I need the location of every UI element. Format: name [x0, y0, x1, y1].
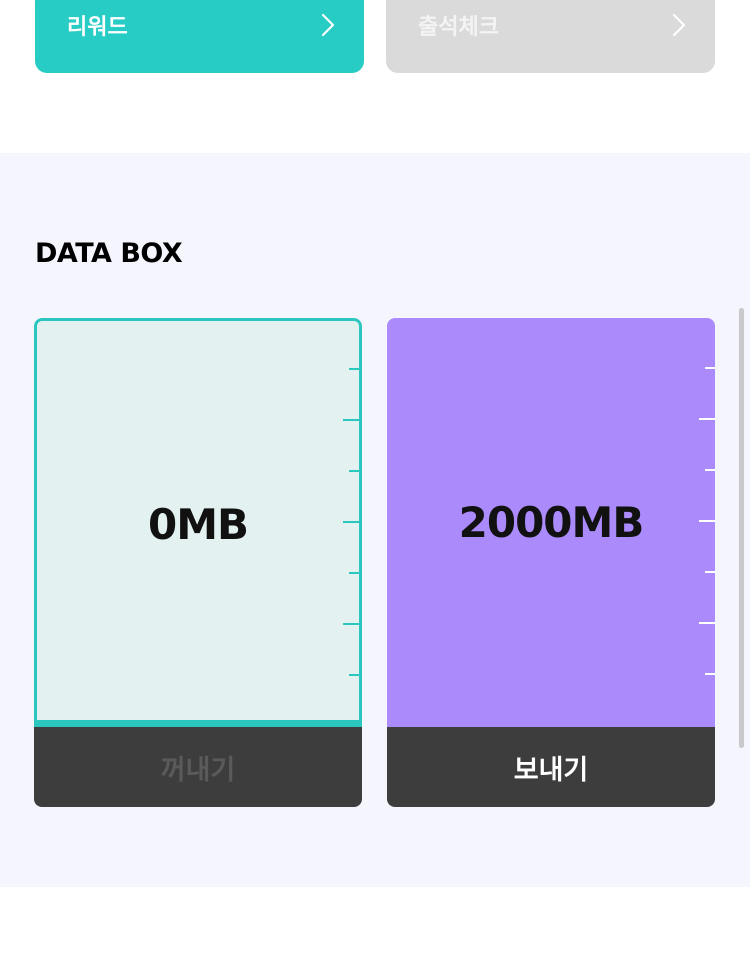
gauge-tick [705, 673, 715, 675]
gauge-tick [343, 623, 359, 625]
gauge-tick [705, 367, 715, 369]
reward-label: 리워드 [67, 14, 128, 40]
reward-button[interactable]: 리워드 [35, 0, 364, 73]
attendance-label: 출석체크 [418, 14, 499, 40]
data-gauge: 2000MB [387, 318, 715, 727]
gauge-tick [343, 419, 359, 421]
chevron-right-icon [672, 13, 686, 36]
gauge-tick [343, 521, 359, 523]
gauge-tick [349, 470, 359, 472]
scrollbar[interactable] [739, 308, 744, 748]
section-title: DATA BOX [35, 238, 183, 269]
gauge-tick [349, 674, 359, 676]
gauge-tick [705, 469, 715, 471]
gauge-tick [699, 418, 715, 420]
attendance-check-button[interactable]: 출석체크 [386, 0, 715, 73]
gauge-tick [349, 368, 359, 370]
data-box-screen: 리워드 출석체크 DATA BOX 0MB 꺼내기 2000MB 보내기 [0, 0, 750, 957]
shared-data-box-card: 2000MB 보내기 [387, 318, 715, 807]
data-gauge: 0MB [34, 318, 362, 727]
send-button[interactable]: 보내기 [387, 727, 715, 807]
data-amount: 2000MB [458, 498, 645, 547]
take-out-button[interactable]: 꺼내기 [34, 727, 362, 807]
gauge-tick [349, 572, 359, 574]
my-data-box-card: 0MB 꺼내기 [34, 318, 362, 807]
gauge-tick [705, 571, 715, 573]
gauge-tick [699, 520, 715, 522]
chevron-right-icon [321, 13, 335, 36]
gauge-ticks [695, 318, 715, 727]
gauge-tick [699, 622, 715, 624]
gauge-ticks [339, 321, 359, 727]
data-amount: 0MB [147, 499, 249, 549]
data-box-section: DATA BOX 0MB 꺼내기 2000MB 보내기 [0, 153, 750, 887]
